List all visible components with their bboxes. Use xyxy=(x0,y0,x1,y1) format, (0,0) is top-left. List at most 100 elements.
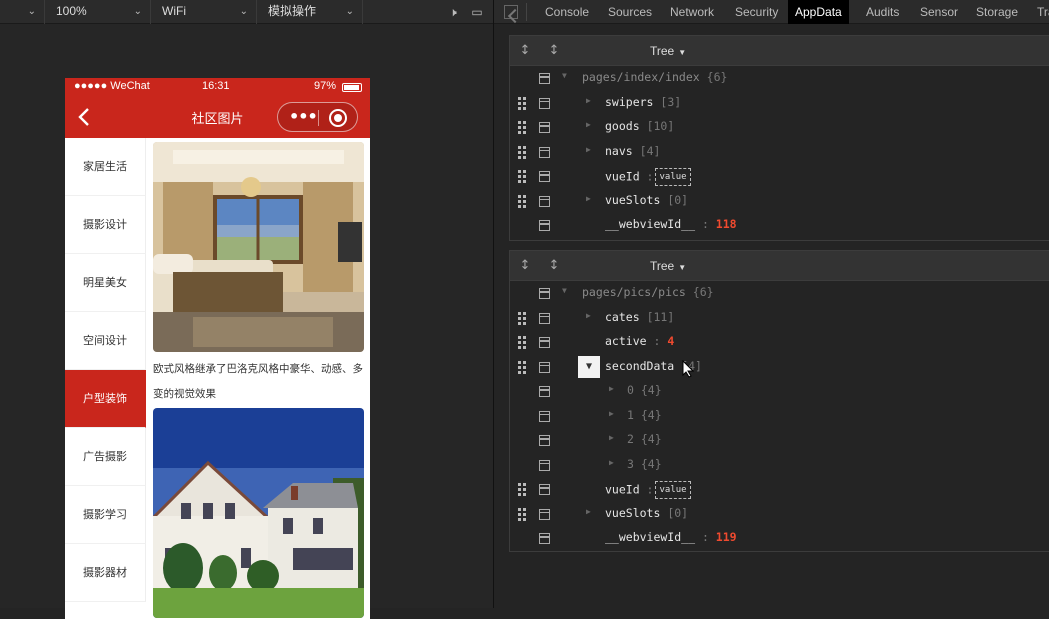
collapsed-arrow-icon[interactable]: ▶ xyxy=(609,384,619,393)
collapsed-arrow-icon[interactable]: ▶ xyxy=(586,507,596,516)
picture-list: 欧式风格继承了巴洛克风格中豪华、动感、多变的视觉效果 xyxy=(149,142,364,619)
row-checkbox-icon[interactable] xyxy=(539,508,550,520)
category-item[interactable]: 广告摄影 xyxy=(65,428,146,486)
row-checkbox-icon[interactable] xyxy=(539,337,550,348)
drag-handle-icon[interactable] xyxy=(518,336,526,349)
tree-row-root: ▼ pages/pics/pics {6} xyxy=(510,281,1049,306)
number-value: 118 xyxy=(715,217,737,231)
tab-security[interactable]: Security xyxy=(728,0,785,24)
speaker-icon[interactable]: 🕨 xyxy=(444,3,462,21)
row-checkbox-icon[interactable] xyxy=(539,146,550,158)
collapsed-arrow-icon[interactable]: ▶ xyxy=(586,120,596,129)
expand-all-icon[interactable]: ↕ xyxy=(546,258,562,274)
category-item[interactable]: 摄影学习 xyxy=(65,486,146,544)
expand-all-icon[interactable]: ↕ xyxy=(546,43,562,59)
expanded-arrow-icon[interactable]: ▼ xyxy=(562,286,572,295)
appdata-panel-pics: ↕ ↕ Tree ▼ ▼ pages/pics/pics {6} ▶ cates … xyxy=(509,250,1049,552)
row-checkbox-icon[interactable] xyxy=(539,386,550,397)
network-dropdown[interactable]: WiFi ⌄ xyxy=(152,0,257,24)
row-checkbox-icon[interactable] xyxy=(539,410,550,422)
collapsed-arrow-icon[interactable]: ▶ xyxy=(609,409,619,418)
dropdown-arrow-icon: ▼ xyxy=(678,48,687,57)
row-checkbox-icon[interactable] xyxy=(539,435,550,446)
row-checkbox-icon[interactable] xyxy=(539,73,550,84)
tree-row: ▶ cates [11] xyxy=(510,306,1049,331)
device-dropdown[interactable]: ⌄ xyxy=(0,0,45,24)
row-checkbox-icon[interactable] xyxy=(539,122,550,133)
tab-sources[interactable]: Sources xyxy=(601,0,659,24)
row-checkbox-icon[interactable] xyxy=(539,312,550,324)
collapsed-arrow-icon[interactable]: ▶ xyxy=(586,194,596,203)
drag-handle-icon[interactable] xyxy=(518,311,526,325)
root-path: pages/index/index xyxy=(582,70,700,84)
number-value: 119 xyxy=(715,530,737,544)
row-checkbox-icon[interactable] xyxy=(539,288,550,299)
drag-handle-icon[interactable] xyxy=(518,96,526,110)
row-checkbox-icon[interactable] xyxy=(539,97,550,109)
row-checkbox-icon[interactable] xyxy=(539,533,550,544)
row-checkbox-icon[interactable] xyxy=(539,220,550,231)
category-item[interactable]: 家居生活 xyxy=(65,138,146,196)
row-checkbox-icon[interactable] xyxy=(539,484,550,495)
drag-handle-icon[interactable] xyxy=(518,507,526,521)
drag-handle-icon[interactable] xyxy=(518,121,526,134)
collapsed-arrow-icon[interactable]: ▶ xyxy=(586,96,596,105)
miniprogram-capsule: ••• xyxy=(277,102,358,132)
row-checkbox-icon[interactable] xyxy=(539,171,550,182)
window-icon[interactable]: ▭ xyxy=(468,3,486,21)
row-checkbox-icon[interactable] xyxy=(539,195,550,207)
drag-handle-icon[interactable] xyxy=(518,360,526,374)
close-target-icon[interactable] xyxy=(329,109,347,127)
more-dots-icon[interactable]: ••• xyxy=(289,107,318,126)
tab-audits[interactable]: Audits xyxy=(859,0,906,24)
bedroom-image[interactable] xyxy=(153,142,364,352)
drag-handle-icon[interactable] xyxy=(518,145,526,159)
category-item[interactable]: 摄影设计 xyxy=(65,196,146,254)
category-list: 家居生活 摄影设计 明星美女 空间设计 户型装饰 广告摄影 摄影学习 摄影器材 xyxy=(65,138,146,619)
key-meta: [0] xyxy=(667,192,689,207)
view-mode-dropdown[interactable]: Tree ▼ xyxy=(650,44,686,58)
tab-appdata[interactable]: AppData xyxy=(788,0,849,24)
collapsed-arrow-icon[interactable]: ▶ xyxy=(586,145,596,154)
value-tag[interactable]: value xyxy=(655,168,691,186)
number-value: 4 xyxy=(667,334,675,348)
key-colon: : xyxy=(695,217,716,231)
expand-toggle-button[interactable]: ▼ xyxy=(578,355,600,378)
view-mode-dropdown[interactable]: Tree ▼ xyxy=(650,259,686,273)
tab-network[interactable]: Network xyxy=(663,0,721,24)
collapse-all-icon[interactable]: ↕ xyxy=(517,43,533,59)
expanded-arrow-icon[interactable]: ▼ xyxy=(562,71,572,80)
view-mode-label: Tree xyxy=(650,44,675,58)
zoom-dropdown[interactable]: 100% ⌄ xyxy=(46,0,151,24)
key-meta: [4] xyxy=(639,143,661,158)
collapsed-arrow-icon[interactable]: ▶ xyxy=(586,311,596,320)
tree-root-label: pages/pics/pics {6} xyxy=(582,285,714,299)
category-item[interactable]: 明星美女 xyxy=(65,254,146,312)
tree-key: 3 {4} xyxy=(627,457,662,471)
collapsed-arrow-icon[interactable]: ▶ xyxy=(609,433,619,442)
operation-dropdown[interactable]: 模拟操作 ⌄ xyxy=(258,0,363,24)
inspect-element-icon[interactable] xyxy=(504,5,518,19)
drag-handle-icon[interactable] xyxy=(518,483,526,496)
status-time: 16:31 xyxy=(202,80,230,92)
key-name: 3 xyxy=(627,456,634,471)
collapse-all-icon[interactable]: ↕ xyxy=(517,258,533,274)
tab-more[interactable]: Tra xyxy=(1030,0,1049,24)
key-colon: : xyxy=(695,530,716,544)
category-item[interactable]: 空间设计 xyxy=(65,312,146,370)
drag-handle-icon[interactable] xyxy=(518,194,526,208)
value-tag[interactable]: value xyxy=(655,481,691,499)
row-checkbox-icon[interactable] xyxy=(539,459,550,471)
tab-storage[interactable]: Storage xyxy=(969,0,1025,24)
tab-sensor[interactable]: Sensor xyxy=(913,0,965,24)
tree-key: cates [11] xyxy=(605,310,674,324)
row-checkbox-icon[interactable] xyxy=(539,361,550,373)
battery-percent: 97% xyxy=(313,80,336,92)
category-item-active[interactable]: 户型装饰 xyxy=(65,370,146,428)
collapsed-arrow-icon[interactable]: ▶ xyxy=(609,458,619,467)
house-image[interactable] xyxy=(149,408,364,618)
category-item[interactable]: 摄影器材 xyxy=(65,544,146,602)
drag-handle-icon[interactable] xyxy=(518,170,526,183)
tab-console[interactable]: Console xyxy=(538,0,596,24)
key-meta: {4} xyxy=(640,407,662,422)
